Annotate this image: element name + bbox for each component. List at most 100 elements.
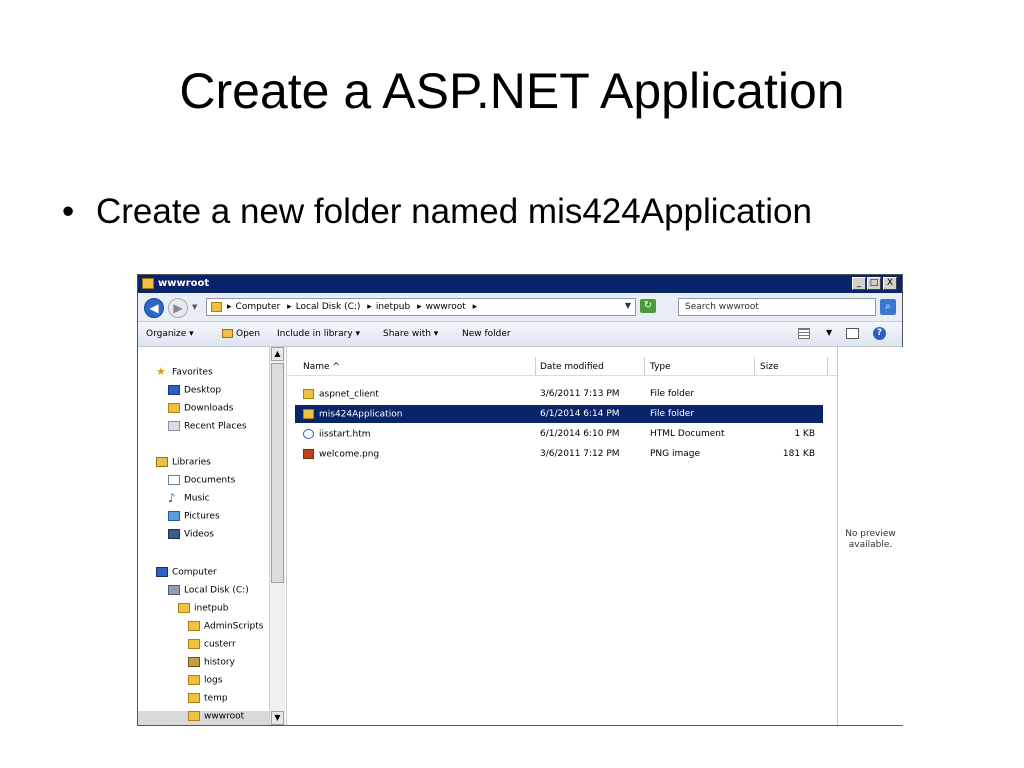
- column-name[interactable]: Name ^: [303, 362, 340, 372]
- open-folder-icon: [222, 329, 233, 338]
- nav-documents[interactable]: Documents: [168, 475, 235, 486]
- file-row[interactable]: welcome.png 3/6/2011 7:12 PM PNG image 1…: [295, 445, 823, 463]
- breadcrumb-computer[interactable]: Computer: [236, 302, 281, 312]
- open-button[interactable]: Open: [222, 329, 260, 339]
- address-dropdown-icon[interactable]: ▼: [625, 301, 631, 310]
- search-placeholder: Search wwwroot: [685, 302, 759, 312]
- desktop-icon: [168, 385, 180, 395]
- file-date: 3/6/2011 7:13 PM: [540, 389, 620, 399]
- file-type: File folder: [650, 409, 695, 419]
- star-icon: ★: [156, 365, 166, 378]
- include-in-library-button[interactable]: Include in library ▾: [277, 329, 360, 339]
- image-file-icon: [303, 449, 314, 459]
- nav-history[interactable]: history: [188, 657, 235, 668]
- recent-pages-dropdown-icon[interactable]: ▼: [192, 303, 197, 311]
- folder-icon: [188, 693, 200, 703]
- organize-button[interactable]: Organize ▾: [146, 329, 194, 339]
- music-icon: ♪: [168, 491, 176, 505]
- explorer-window: wwwroot _ □ X ◀ ▶ ▼ ▸ Computer ▸ Local Dis…: [137, 274, 903, 726]
- folder-icon: [211, 302, 222, 312]
- column-type[interactable]: Type: [650, 362, 671, 372]
- nav-pictures[interactable]: Pictures: [168, 511, 220, 522]
- folder-icon: [188, 711, 200, 721]
- videos-icon: [168, 529, 180, 539]
- folder-icon: [303, 389, 314, 399]
- file-name: welcome.png: [319, 449, 380, 460]
- column-date-modified[interactable]: Date modified: [540, 362, 604, 372]
- slide-title: Create a ASP.NET Application: [179, 63, 845, 119]
- scroll-thumb[interactable]: [271, 363, 284, 583]
- file-row[interactable]: iisstart.htm 6/1/2014 6:10 PM HTML Docum…: [295, 425, 823, 443]
- breadcrumb: ▸ Computer ▸ Local Disk (C:) ▸ inetpub ▸ www…: [227, 302, 478, 312]
- breadcrumb-local-disk[interactable]: Local Disk (C:): [296, 302, 361, 312]
- nav-adminscripts[interactable]: AdminScripts: [188, 621, 263, 632]
- view-dropdown-icon[interactable]: ▼: [826, 328, 832, 337]
- file-size: 181 KB: [782, 449, 815, 459]
- file-row-selected[interactable]: mis424Application 6/1/2014 6:14 PM File …: [295, 405, 823, 423]
- search-icon[interactable]: ⌕: [880, 299, 896, 315]
- breadcrumb-wwwroot[interactable]: wwwroot: [426, 302, 466, 312]
- bullet-text: Create a new folder named mis424Applicat…: [96, 192, 812, 231]
- downloads-icon: [168, 403, 180, 413]
- nav-temp[interactable]: temp: [188, 693, 228, 704]
- scroll-up-icon[interactable]: ▲: [271, 347, 284, 361]
- disk-icon: [168, 585, 180, 595]
- maximize-button[interactable]: □: [867, 277, 881, 290]
- nav-recent-places[interactable]: Recent Places: [168, 421, 247, 432]
- view-options-icon[interactable]: [798, 328, 810, 339]
- command-bar: Organize ▾ Open Include in library ▾ Sha…: [138, 322, 902, 347]
- folder-icon: [178, 603, 190, 613]
- file-date: 3/6/2011 7:12 PM: [540, 449, 620, 459]
- html-file-icon: [303, 429, 314, 439]
- refresh-icon[interactable]: ↻: [640, 299, 656, 313]
- file-type: PNG image: [650, 449, 701, 459]
- back-arrow-icon[interactable]: ◀: [144, 298, 164, 318]
- recent-places-icon: [168, 421, 180, 431]
- documents-icon: [168, 475, 180, 485]
- nav-videos[interactable]: Videos: [168, 529, 214, 540]
- address-bar: ◀ ▶ ▼ ▸ Computer ▸ Local Disk (C:) ▸ inetpu…: [138, 293, 902, 322]
- nav-custerr[interactable]: custerr: [188, 639, 236, 650]
- computer-icon: [156, 567, 168, 577]
- window-title: wwwroot: [158, 278, 210, 289]
- navigation-pane: ★ Favorites Desktop Downloads Recent Plac…: [138, 347, 285, 725]
- file-date: 6/1/2014 6:14 PM: [540, 409, 620, 419]
- preview-pane-icon[interactable]: [846, 328, 859, 339]
- nav-inetpub[interactable]: inetpub: [178, 603, 228, 614]
- address-field[interactable]: ▸ Computer ▸ Local Disk (C:) ▸ inetpub ▸ www…: [206, 298, 636, 316]
- nav-computer[interactable]: Computer: [156, 567, 217, 578]
- file-name: mis424Application: [319, 409, 403, 420]
- nav-music[interactable]: ♪ Music: [168, 491, 210, 505]
- nav-libraries[interactable]: Libraries: [156, 457, 211, 468]
- nav-wwwroot[interactable]: wwwroot: [138, 711, 269, 725]
- folder-icon: [303, 409, 314, 419]
- folder-icon: [188, 621, 200, 631]
- breadcrumb-inetpub[interactable]: inetpub: [376, 302, 410, 312]
- search-input[interactable]: Search wwwroot: [678, 298, 876, 316]
- title-bar[interactable]: wwwroot _ □ X: [138, 275, 902, 293]
- file-row[interactable]: aspnet_client 3/6/2011 7:13 PM File fold…: [295, 385, 823, 403]
- scroll-down-icon[interactable]: ▼: [271, 711, 284, 725]
- file-name: iisstart.htm: [319, 429, 371, 440]
- nav-favorites[interactable]: ★ Favorites: [156, 365, 213, 378]
- new-folder-button[interactable]: New folder: [462, 329, 511, 339]
- help-icon[interactable]: ?: [873, 327, 886, 340]
- nav-scrollbar[interactable]: ▲ ▼: [269, 347, 285, 725]
- nav-local-disk[interactable]: Local Disk (C:): [168, 585, 249, 596]
- column-size[interactable]: Size: [760, 362, 778, 372]
- libraries-icon: [156, 457, 168, 467]
- column-headers: Name ^ Date modified Type Size: [287, 357, 837, 376]
- nav-downloads[interactable]: Downloads: [168, 403, 233, 414]
- share-with-button[interactable]: Share with ▾: [383, 329, 438, 339]
- pictures-icon: [168, 511, 180, 521]
- preview-message: No preview available.: [845, 529, 896, 550]
- nav-desktop[interactable]: Desktop: [168, 385, 221, 396]
- file-type: HTML Document: [650, 429, 725, 439]
- locked-folder-icon: [188, 657, 200, 667]
- slide-bullet: • Create a new folder named mis424Applica…: [62, 192, 812, 232]
- minimize-button[interactable]: _: [852, 277, 866, 290]
- file-date: 6/1/2014 6:10 PM: [540, 429, 620, 439]
- forward-arrow-icon[interactable]: ▶: [168, 298, 188, 318]
- close-button[interactable]: X: [883, 277, 897, 290]
- nav-logs[interactable]: logs: [188, 675, 222, 686]
